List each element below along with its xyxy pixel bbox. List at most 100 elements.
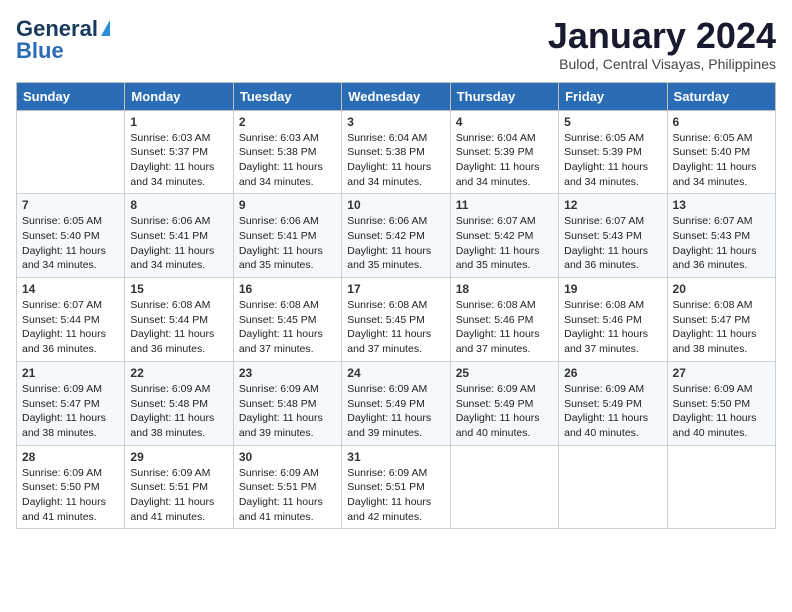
calendar-cell: 11Sunrise: 6:07 AMSunset: 5:42 PMDayligh… <box>450 194 558 278</box>
day-detail: Sunrise: 6:07 AMSunset: 5:43 PMDaylight:… <box>673 214 770 273</box>
calendar-cell <box>450 445 558 529</box>
day-detail: Sunrise: 6:08 AMSunset: 5:46 PMDaylight:… <box>456 298 553 357</box>
location-subtitle: Bulod, Central Visayas, Philippines <box>548 56 776 72</box>
calendar-cell: 31 Sunrise: 6:09 AMSunset: 5:51 PMDayligh… <box>342 445 450 529</box>
calendar-cell: 30 Sunrise: 6:09 AMSunset: 5:51 PMDayligh… <box>233 445 341 529</box>
calendar-cell: 17 Sunrise: 6:08 AMSunset: 5:45 PMDayligh… <box>342 278 450 362</box>
calendar-cell: 7 Sunrise: 6:05 AMSunset: 5:40 PMDaylight… <box>17 194 125 278</box>
day-number: 8 <box>130 198 227 212</box>
weekday-header: Monday <box>125 82 233 110</box>
month-title: January 2024 <box>548 16 776 56</box>
calendar-cell: 12 Sunrise: 6:07 AMSunset: 5:43 PMDayligh… <box>559 194 667 278</box>
calendar-cell: 27 Sunrise: 6:09 AMSunset: 5:50 PMDayligh… <box>667 361 775 445</box>
day-detail: Sunrise: 6:09 AMSunset: 5:49 PMDaylight:… <box>456 382 553 441</box>
logo: General Blue <box>16 16 110 64</box>
day-detail: Sunrise: 6:05 AMSunset: 5:39 PMDaylight:… <box>564 131 661 190</box>
day-detail: Sunrise: 6:09 AMSunset: 5:50 PMDaylight:… <box>673 382 770 441</box>
day-number: 16 <box>239 282 336 296</box>
day-detail: Sunrise: 6:03 AMSunset: 5:38 PMDaylight:… <box>239 131 336 190</box>
day-number: 3 <box>347 115 444 129</box>
calendar-cell: 16 Sunrise: 6:08 AMSunset: 5:45 PMDayligh… <box>233 278 341 362</box>
calendar-cell: 19 Sunrise: 6:08 AMSunset: 5:46 PMDayligh… <box>559 278 667 362</box>
calendar-cell: 25Sunrise: 6:09 AMSunset: 5:49 PMDayligh… <box>450 361 558 445</box>
calendar-cell <box>17 110 125 194</box>
calendar-table: SundayMondayTuesdayWednesdayThursdayFrid… <box>16 82 776 530</box>
calendar-week-row: 28Sunrise: 6:09 AMSunset: 5:50 PMDayligh… <box>17 445 776 529</box>
day-number: 15 <box>130 282 227 296</box>
calendar-cell: 29Sunrise: 6:09 AMSunset: 5:51 PMDayligh… <box>125 445 233 529</box>
calendar-cell: 13Sunrise: 6:07 AMSunset: 5:43 PMDayligh… <box>667 194 775 278</box>
day-detail: Sunrise: 6:04 AMSunset: 5:39 PMDaylight:… <box>456 131 553 190</box>
day-detail: Sunrise: 6:08 AMSunset: 5:45 PMDaylight:… <box>347 298 444 357</box>
day-detail: Sunrise: 6:09 AMSunset: 5:48 PMDaylight:… <box>130 382 227 441</box>
calendar-cell: 23 Sunrise: 6:09 AMSunset: 5:48 PMDayligh… <box>233 361 341 445</box>
day-detail: Sunrise: 6:09 AMSunset: 5:50 PMDaylight:… <box>22 466 119 525</box>
calendar-cell: 14 Sunrise: 6:07 AMSunset: 5:44 PMDayligh… <box>17 278 125 362</box>
day-number: 23 <box>239 366 336 380</box>
day-number: 17 <box>347 282 444 296</box>
day-detail: Sunrise: 6:08 AMSunset: 5:45 PMDaylight:… <box>239 298 336 357</box>
day-number: 2 <box>239 115 336 129</box>
day-detail: Sunrise: 6:04 AMSunset: 5:38 PMDaylight:… <box>347 131 444 190</box>
day-detail: Sunrise: 6:09 AMSunset: 5:51 PMDaylight:… <box>347 466 444 525</box>
calendar-cell: 8Sunrise: 6:06 AMSunset: 5:41 PMDaylight… <box>125 194 233 278</box>
calendar-week-row: 1 Sunrise: 6:03 AMSunset: 5:37 PMDaylight… <box>17 110 776 194</box>
weekday-header-row: SundayMondayTuesdayWednesdayThursdayFrid… <box>17 82 776 110</box>
calendar-cell: 1 Sunrise: 6:03 AMSunset: 5:37 PMDaylight… <box>125 110 233 194</box>
day-detail: Sunrise: 6:09 AMSunset: 5:51 PMDaylight:… <box>130 466 227 525</box>
day-number: 22 <box>130 366 227 380</box>
day-number: 20 <box>673 282 770 296</box>
day-number: 19 <box>564 282 661 296</box>
day-detail: Sunrise: 6:07 AMSunset: 5:42 PMDaylight:… <box>456 214 553 273</box>
calendar-cell: 22 Sunrise: 6:09 AMSunset: 5:48 PMDayligh… <box>125 361 233 445</box>
calendar-cell: 2 Sunrise: 6:03 AMSunset: 5:38 PMDaylight… <box>233 110 341 194</box>
title-block: January 2024 Bulod, Central Visayas, Phi… <box>548 16 776 72</box>
day-detail: Sunrise: 6:05 AMSunset: 5:40 PMDaylight:… <box>673 131 770 190</box>
calendar-week-row: 14 Sunrise: 6:07 AMSunset: 5:44 PMDayligh… <box>17 278 776 362</box>
weekday-header: Wednesday <box>342 82 450 110</box>
day-detail: Sunrise: 6:03 AMSunset: 5:37 PMDaylight:… <box>130 131 227 190</box>
calendar-cell: 26 Sunrise: 6:09 AMSunset: 5:49 PMDayligh… <box>559 361 667 445</box>
day-number: 27 <box>673 366 770 380</box>
day-detail: Sunrise: 6:06 AMSunset: 5:42 PMDaylight:… <box>347 214 444 273</box>
calendar-cell: 4 Sunrise: 6:04 AMSunset: 5:39 PMDaylight… <box>450 110 558 194</box>
day-number: 14 <box>22 282 119 296</box>
weekday-header: Thursday <box>450 82 558 110</box>
day-number: 4 <box>456 115 553 129</box>
day-number: 26 <box>564 366 661 380</box>
day-detail: Sunrise: 6:07 AMSunset: 5:43 PMDaylight:… <box>564 214 661 273</box>
logo-blue: Blue <box>16 38 64 64</box>
day-detail: Sunrise: 6:07 AMSunset: 5:44 PMDaylight:… <box>22 298 119 357</box>
calendar-cell: 15 Sunrise: 6:08 AMSunset: 5:44 PMDayligh… <box>125 278 233 362</box>
day-detail: Sunrise: 6:05 AMSunset: 5:40 PMDaylight:… <box>22 214 119 273</box>
day-number: 30 <box>239 450 336 464</box>
day-number: 31 <box>347 450 444 464</box>
day-detail: Sunrise: 6:09 AMSunset: 5:48 PMDaylight:… <box>239 382 336 441</box>
calendar-cell <box>559 445 667 529</box>
day-number: 1 <box>130 115 227 129</box>
day-detail: Sunrise: 6:08 AMSunset: 5:44 PMDaylight:… <box>130 298 227 357</box>
calendar-cell: 20 Sunrise: 6:08 AMSunset: 5:47 PMDayligh… <box>667 278 775 362</box>
weekday-header: Sunday <box>17 82 125 110</box>
day-number: 5 <box>564 115 661 129</box>
day-number: 9 <box>239 198 336 212</box>
day-number: 7 <box>22 198 119 212</box>
logo-triangle-icon <box>101 20 110 36</box>
day-number: 12 <box>564 198 661 212</box>
weekday-header: Friday <box>559 82 667 110</box>
day-number: 21 <box>22 366 119 380</box>
page-header: General Blue January 2024 Bulod, Central… <box>16 16 776 72</box>
weekday-header: Tuesday <box>233 82 341 110</box>
calendar-cell: 9 Sunrise: 6:06 AMSunset: 5:41 PMDaylight… <box>233 194 341 278</box>
day-number: 24 <box>347 366 444 380</box>
calendar-cell: 6Sunrise: 6:05 AMSunset: 5:40 PMDaylight… <box>667 110 775 194</box>
day-detail: Sunrise: 6:09 AMSunset: 5:49 PMDaylight:… <box>564 382 661 441</box>
calendar-week-row: 7 Sunrise: 6:05 AMSunset: 5:40 PMDaylight… <box>17 194 776 278</box>
day-detail: Sunrise: 6:09 AMSunset: 5:47 PMDaylight:… <box>22 382 119 441</box>
day-number: 18 <box>456 282 553 296</box>
day-detail: Sunrise: 6:09 AMSunset: 5:51 PMDaylight:… <box>239 466 336 525</box>
day-detail: Sunrise: 6:08 AMSunset: 5:46 PMDaylight:… <box>564 298 661 357</box>
day-detail: Sunrise: 6:08 AMSunset: 5:47 PMDaylight:… <box>673 298 770 357</box>
day-detail: Sunrise: 6:06 AMSunset: 5:41 PMDaylight:… <box>239 214 336 273</box>
calendar-cell: 10Sunrise: 6:06 AMSunset: 5:42 PMDayligh… <box>342 194 450 278</box>
